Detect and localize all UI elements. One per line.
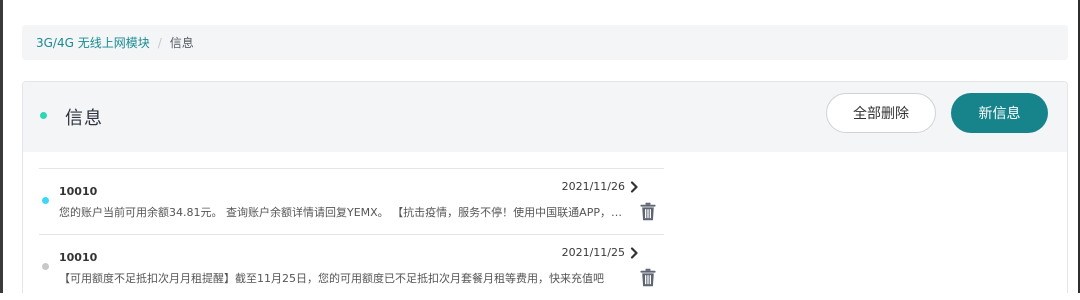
- message-sender: 10010: [59, 185, 98, 198]
- message-date: 2021/11/26: [561, 180, 625, 193]
- breadcrumb-separator: /: [157, 35, 162, 50]
- panel-header: 信息 全部删除 新信息: [23, 82, 1067, 152]
- message-list: 10010 2021/11/26 您的账户当前可用余额34.81元。 查询账户余…: [39, 168, 664, 300]
- title-dot-icon: [40, 112, 47, 119]
- breadcrumb: 3G/4G 无线上网模块 / 信息: [22, 25, 1068, 60]
- delete-all-button[interactable]: 全部删除: [826, 93, 936, 133]
- message-item[interactable]: 10010 2021/11/26 您的账户当前可用余额34.81元。 查询账户余…: [39, 168, 664, 234]
- chevron-right-icon[interactable]: [629, 247, 639, 259]
- breadcrumb-link-module[interactable]: 3G/4G 无线上网模块: [36, 34, 150, 51]
- message-item[interactable]: 10010 2021/11/25 【可用额度不足抵扣次月月租提醒】截至11月25…: [39, 234, 664, 300]
- new-message-button[interactable]: 新信息: [951, 93, 1048, 133]
- message-date: 2021/11/25: [561, 246, 625, 259]
- chevron-right-icon[interactable]: [629, 181, 639, 193]
- trash-icon[interactable]: [640, 268, 656, 287]
- window-edge-left: [0, 0, 3, 293]
- breadcrumb-current: 信息: [169, 36, 194, 50]
- message-snippet: 【可用额度不足抵扣次月月租提醒】截至11月25日，您的可用额度已不足抵扣次月套餐…: [59, 272, 604, 285]
- read-indicator-icon: [42, 263, 49, 270]
- message-snippet: 您的账户当前可用余额34.81元。 查询账户余额详情请回复YEMX。 【抗击疫情…: [59, 206, 627, 219]
- messages-panel: 信息 全部删除 新信息 10010 2021/11/26 您的账户当前可用余额3…: [22, 81, 1068, 293]
- trash-icon[interactable]: [640, 202, 656, 221]
- page-title: 信息: [65, 108, 103, 129]
- message-sender: 10010: [59, 251, 98, 264]
- unread-indicator-icon: [42, 197, 49, 204]
